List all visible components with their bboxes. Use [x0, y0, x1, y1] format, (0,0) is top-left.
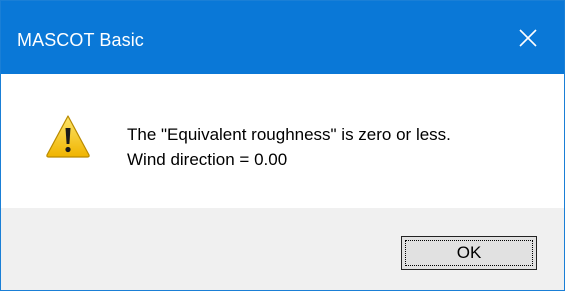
- warning-icon: [46, 115, 90, 158]
- dialog-content: The "Equivalent roughness" is zero or le…: [1, 74, 564, 208]
- close-button[interactable]: [492, 1, 564, 74]
- button-bar: OK: [1, 208, 564, 290]
- message-text: The "Equivalent roughness" is zero or le…: [127, 122, 451, 172]
- ok-button[interactable]: OK: [401, 236, 537, 270]
- message-line-1: The "Equivalent roughness" is zero or le…: [127, 125, 451, 144]
- message-line-2: Wind direction = 0.00: [127, 150, 288, 169]
- window-title: MASCOT Basic: [17, 30, 144, 50]
- close-icon: [519, 28, 537, 47]
- title-bar[interactable]: MASCOT Basic: [1, 1, 564, 74]
- dialog-window: MASCOT Basic The "Equivalent roughness" …: [0, 0, 565, 291]
